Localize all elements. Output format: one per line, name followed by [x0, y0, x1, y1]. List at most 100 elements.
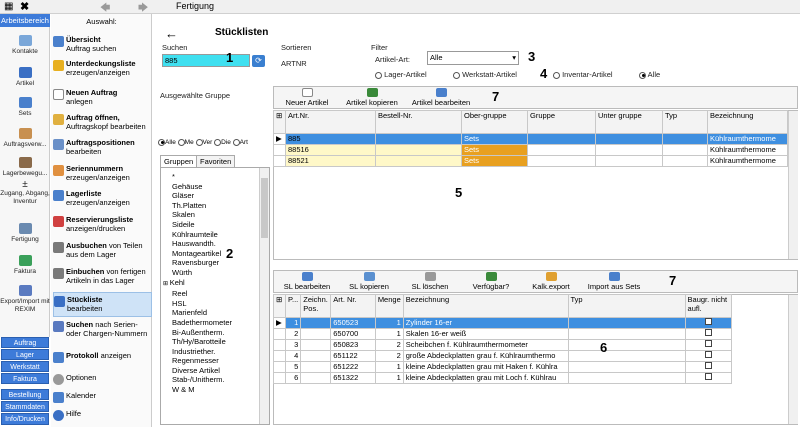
tree-item[interactable]: Gläser — [172, 191, 232, 201]
refresh-icon[interactable]: ⟳ — [252, 55, 265, 67]
tree-item[interactable]: Th.Platten — [172, 201, 232, 211]
scroll-thumb[interactable] — [261, 178, 268, 238]
tree-item[interactable]: Marienfeld — [172, 308, 232, 318]
tab-arbeitsbereich[interactable]: Arbeitsbereich — [0, 14, 50, 27]
tree-item[interactable]: Reel — [172, 289, 232, 299]
sidebar-item-fertigung[interactable]: Fertigung — [0, 223, 50, 244]
tree-item[interactable]: * — [172, 172, 232, 182]
copy-article-button[interactable]: Artikel kopieren — [340, 88, 404, 107]
tree-item[interactable]: Montageartikel — [172, 249, 232, 259]
sidebar-item-faktura[interactable]: Faktura — [0, 255, 50, 276]
sidebar-item-zugang[interactable]: ± Zugang, Abgang, Inventur — [0, 180, 50, 205]
col-artnr[interactable]: Art.Nr. — [285, 110, 376, 134]
tree-item[interactable]: Gehäuse — [172, 182, 232, 192]
az-radio-art[interactable]: Art — [232, 138, 248, 146]
tab-favoriten[interactable]: Favoriten — [196, 155, 236, 167]
nav-button-auftrag[interactable]: Auftrag — [1, 337, 49, 348]
tree-item[interactable]: W & M — [172, 385, 232, 395]
col-bezeichnung[interactable]: Bezeichnung — [402, 294, 569, 318]
tree-item[interactable]: Sideile — [172, 220, 232, 230]
tree-item[interactable]: HSL — [172, 299, 232, 309]
sl-delete-button[interactable]: SL löschen — [402, 272, 458, 291]
parts-table-scrollbar[interactable] — [788, 295, 798, 424]
row-selector-header[interactable]: ⊞ — [273, 294, 286, 318]
az-radio-me[interactable]: Me — [177, 138, 194, 146]
sidebar-item-auftragsverwaltung[interactable]: Auftragsverw... — [0, 128, 50, 149]
edit-article-button[interactable]: Artikel bearbeiten — [407, 88, 475, 107]
sl-edit-button[interactable]: SL bearbeiten — [277, 272, 337, 291]
radio-inventar[interactable]: Inventar-Artikel — [553, 70, 613, 79]
radio-werkstatt[interactable]: Werkstatt-Artikel — [453, 70, 517, 79]
tree-item[interactable]: Badethermometer — [172, 318, 232, 328]
checkbox[interactable] — [704, 340, 712, 347]
az-radio-alle[interactable]: Alle — [158, 138, 176, 146]
tree-item[interactable]: Industriether. — [172, 347, 232, 357]
nav-button-faktura[interactable]: Faktura — [1, 373, 49, 384]
menu-item-stueckliste[interactable]: Stückliste bearbeiten — [53, 292, 152, 317]
tree-item[interactable]: Stab-/Unitherm. — [172, 375, 232, 385]
col-pos[interactable]: P... — [284, 294, 302, 318]
nav-button-lager[interactable]: Lager — [1, 349, 49, 360]
col-typ[interactable]: Typ — [662, 110, 708, 134]
nav-button-stammdaten[interactable]: Stammdaten — [1, 401, 49, 412]
tree-item[interactable]: ⊞ Kehl — [163, 278, 232, 290]
col-zeichn-pos[interactable]: Zeichn. Pos. — [300, 294, 332, 318]
checkbox[interactable] — [704, 329, 712, 336]
expand-icon[interactable]: ⊞ — [163, 281, 170, 287]
sidebar-item-artikel[interactable]: Artikel — [0, 67, 50, 88]
tab-gruppen[interactable]: Gruppen — [160, 155, 198, 167]
nav-button-werkstatt[interactable]: Werkstatt — [1, 361, 49, 372]
table-row[interactable]: ▶ 885 Sets Kühlraumthermome — [273, 133, 788, 145]
tree-item[interactable]: Hauswandth. — [172, 239, 232, 249]
checkbox[interactable] — [704, 362, 712, 369]
tree-item[interactable]: Diverse Artikel — [172, 366, 232, 376]
new-article-button[interactable]: Neuer Artikel — [277, 88, 337, 107]
article-type-select[interactable]: Alle ▾ — [427, 51, 519, 65]
article-table-scrollbar[interactable] — [788, 111, 798, 259]
col-menge[interactable]: Menge — [374, 294, 404, 318]
checkbox[interactable] — [704, 318, 712, 325]
calc-export-button[interactable]: Kalk.export — [523, 272, 579, 291]
sidebar-item-sets[interactable]: Sets — [0, 97, 50, 118]
close-icon[interactable]: ✖ — [20, 0, 29, 13]
sl-copy-button[interactable]: SL kopieren — [340, 272, 398, 291]
table-row[interactable]: 2 650700 1 Skalen 16-er weiß — [273, 328, 733, 340]
col-gruppe[interactable]: Gruppe — [527, 110, 596, 134]
import-sets-button[interactable]: Import aus Sets — [582, 272, 646, 291]
nav-button-info-drucken[interactable]: Info/Drucken — [1, 413, 49, 425]
radio-alle[interactable]: Alle — [639, 70, 660, 79]
col-typ[interactable]: Typ — [567, 294, 686, 318]
table-row[interactable]: 3 650823 2 Scheibchen f. Kühlraumthermom… — [273, 339, 733, 351]
tree-item[interactable]: Regenmesser — [172, 356, 232, 366]
tree-item[interactable]: Ravensburger — [172, 258, 232, 268]
tree-item[interactable]: Bi-Außentherm. — [172, 328, 232, 338]
col-art-nr[interactable]: Art. Nr. — [330, 294, 376, 318]
col-obergruppe[interactable]: Ober-gruppe — [461, 110, 528, 134]
radio-lager[interactable]: Lager-Artikel — [375, 70, 427, 79]
table-row[interactable]: 4 651122 2 große Abdeckplatten grau f. K… — [273, 350, 733, 362]
table-row[interactable]: 88516 Sets Kühlraumthermome — [273, 144, 788, 156]
col-bestellnr[interactable]: Bestell-Nr. — [375, 110, 462, 134]
table-row[interactable]: 6 651322 1 kleine Abdeckplatten grau mit… — [273, 372, 733, 384]
az-radio-ver[interactable]: Ver — [195, 138, 212, 146]
sidebar-item-export-import[interactable]: Export/Import mit REXIM — [0, 285, 50, 313]
availability-button[interactable]: Verfügbar? — [462, 272, 520, 291]
back-arrow-icon[interactable]: ← — [165, 26, 178, 41]
checkbox[interactable] — [704, 373, 712, 380]
search-input[interactable]: 885 — [162, 54, 250, 67]
tree-scrollbar[interactable] — [259, 168, 269, 424]
row-selector-header[interactable]: ⊞ — [273, 110, 286, 134]
tree-item[interactable]: Th/Hy/Barotteile — [172, 337, 232, 347]
tree-item[interactable]: Skalen — [172, 210, 232, 220]
col-untergruppe[interactable]: Unter gruppe — [595, 110, 663, 134]
az-radio-die[interactable]: Die — [214, 138, 231, 146]
col-bezeichnung[interactable]: Bezeichnung — [707, 110, 788, 134]
tree-item[interactable]: Würth — [172, 268, 232, 278]
table-row[interactable]: 5 651222 1 kleine Abdeckplatten grau mit… — [273, 361, 733, 373]
sidebar-item-kontakte[interactable]: Kontakte — [0, 35, 50, 56]
table-row[interactable]: ▶ 1 650523 1 Zylinder 16-er — [273, 317, 733, 329]
table-row[interactable]: 88521 Sets Kühlraumthermome — [273, 155, 788, 167]
nav-button-bestellung[interactable]: Bestellung — [1, 389, 49, 400]
col-baugr[interactable]: Baugr. nicht aufl. — [684, 294, 733, 318]
checkbox[interactable] — [704, 351, 712, 358]
